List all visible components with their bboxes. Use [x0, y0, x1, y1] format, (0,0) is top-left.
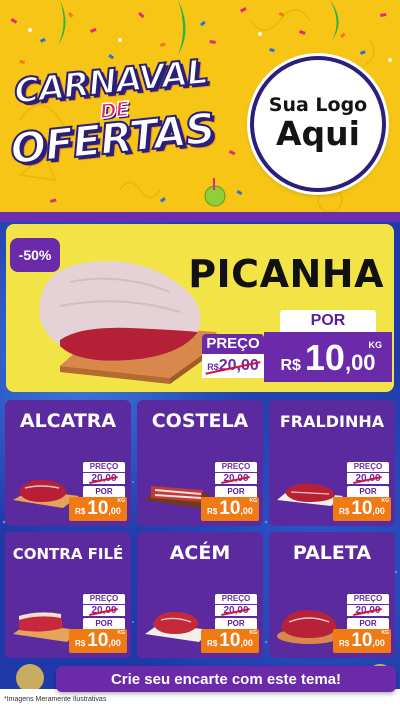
product-card-alcatra[interactable]: ALCATRA PREÇO 20,00 POR R$ 10,00 KG: [5, 400, 131, 526]
discount-badge: -50%: [10, 238, 60, 272]
preco-label: PREÇO: [215, 462, 257, 472]
title-line3: OFERTAS: [7, 102, 218, 174]
price-tag: R$ 10,00 KG: [201, 629, 259, 653]
product-name: ALCATRA: [19, 410, 117, 432]
logo-line2: Aqui: [276, 114, 360, 154]
preco-label: PREÇO: [215, 594, 257, 604]
product-card-costela[interactable]: COSTELA PREÇO 20,00 POR R$ 10,00 KG: [137, 400, 263, 526]
product-name: PALETA: [292, 542, 372, 564]
price-tag: R$ 10,00 KG: [333, 497, 391, 521]
product-name: ACÉM: [169, 542, 231, 564]
product-card-contra-file[interactable]: CONTRA FILÉ PREÇO 20,00 POR R$ 10,00 KG: [5, 532, 131, 658]
product-name: CONTRA FILÉ: [12, 545, 124, 563]
featured-preco-label: PREÇO: [202, 334, 264, 354]
featured-price-int: 10: [304, 337, 345, 378]
featured-price: R$ 10 ,00 KG: [264, 332, 392, 382]
featured-old-value: 20,00: [218, 357, 259, 374]
featured-old-price: R$20,00: [202, 354, 264, 378]
old-price: 20,00: [83, 604, 125, 616]
featured-currency: R$: [280, 357, 301, 374]
product-name: COSTELA: [151, 410, 249, 432]
old-price: 20,00: [215, 604, 257, 616]
por-label: POR: [347, 486, 389, 497]
header-banner: CARNAVAL DE OFERTAS Sua Logo Aqui: [0, 0, 400, 216]
carnaval-de-ofertas-title: CARNAVAL DE OFERTAS: [7, 51, 234, 192]
brand-logo-placeholder: Sua Logo Aqui: [250, 56, 386, 192]
featured-product-name: PICANHA: [188, 252, 384, 296]
featured-price-dec: ,00: [344, 350, 376, 375]
featured-por-label: POR: [280, 310, 376, 332]
disclaimer-text: *Imagens Meramente Ilustrativas: [4, 696, 107, 703]
create-flyer-button[interactable]: Crie seu encarte com este tema!: [56, 666, 396, 692]
product-name: FRALDINHA: [279, 412, 385, 431]
price-tag: R$ 10,00 KG: [201, 497, 259, 521]
old-price: 20,00: [83, 472, 125, 484]
product-card-fraldinha[interactable]: FRALDINHA PREÇO 20,00 POR R$ 10,00 KG: [269, 400, 395, 526]
product-card-paleta[interactable]: PALETA PREÇO 20,00 POR R$ 10,00 KG: [269, 532, 395, 658]
preco-label: PREÇO: [347, 462, 389, 472]
preco-label: PREÇO: [347, 594, 389, 604]
por-label: POR: [83, 618, 125, 629]
price-tag: R$ 10,00 KG: [69, 629, 127, 653]
old-price: 20,00: [347, 604, 389, 616]
por-label: POR: [83, 486, 125, 497]
featured-old-currency: R$: [207, 362, 219, 372]
product-card-acem[interactable]: ACÉM PREÇO 20,00 POR R$ 10,00 KG: [137, 532, 263, 658]
price-tag: R$ 10,00 KG: [69, 497, 127, 521]
preco-label: PREÇO: [83, 594, 125, 604]
por-label: POR: [215, 618, 257, 629]
preco-label: PREÇO: [83, 462, 125, 472]
logo-line1: Sua Logo: [268, 94, 368, 117]
por-label: POR: [215, 486, 257, 497]
price-tag: R$ 10,00 KG: [333, 629, 391, 653]
featured-unit: KG: [368, 340, 383, 350]
old-price: 20,00: [347, 472, 389, 484]
old-price: 20,00: [215, 472, 257, 484]
por-label: POR: [347, 618, 389, 629]
